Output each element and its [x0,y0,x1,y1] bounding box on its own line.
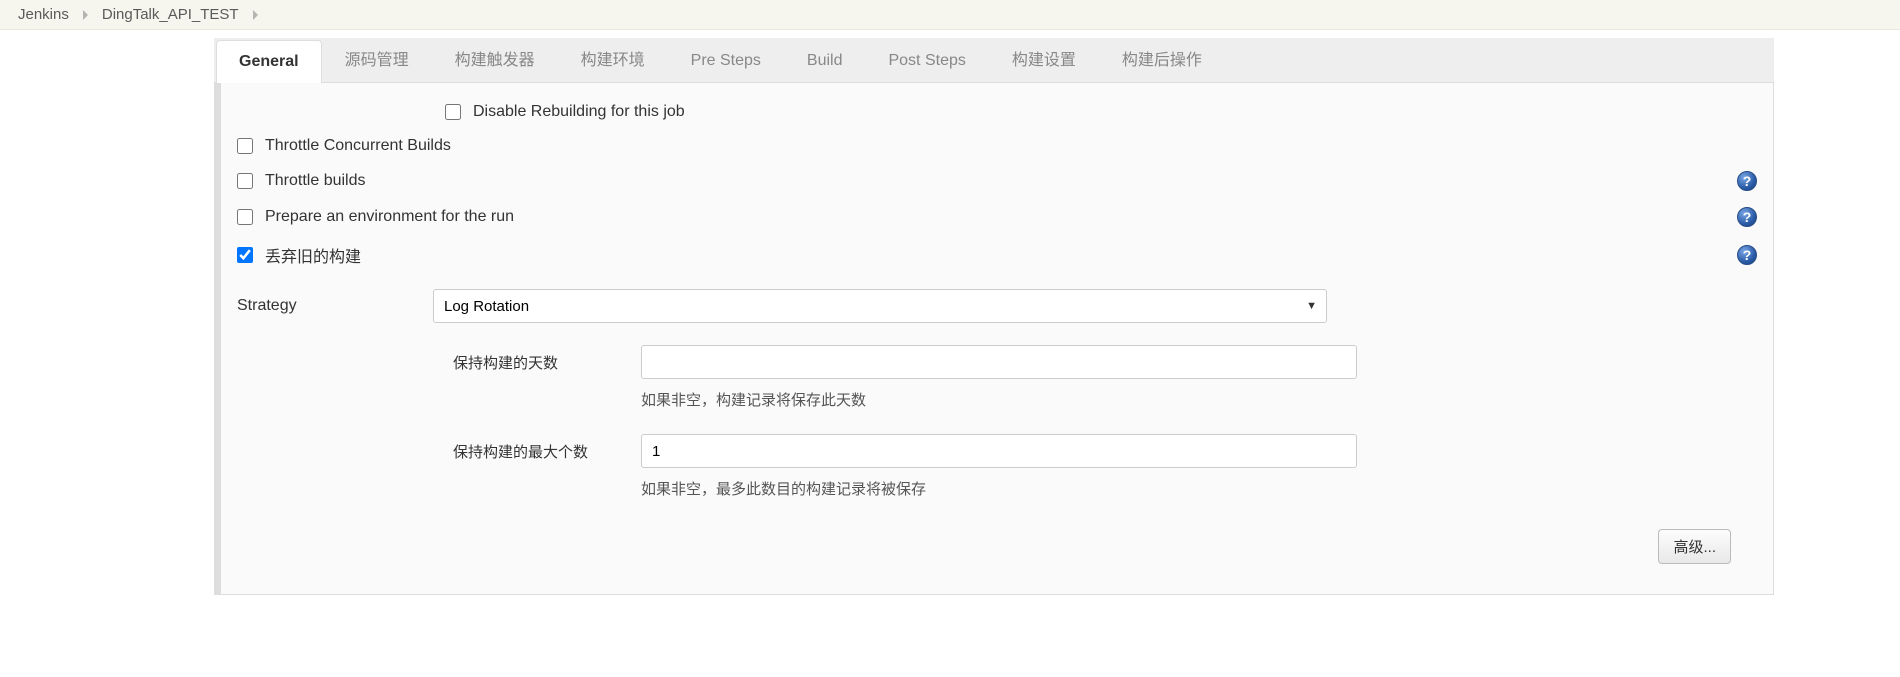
opt-discard-old-row: 丢弃旧的构建 ? [237,235,1757,275]
discard-strategy-row: Strategy Log Rotation [237,275,1757,333]
tab-pre-steps[interactable]: Pre Steps [668,39,784,82]
tab-build-settings[interactable]: 构建设置 [989,33,1099,82]
keep-days-row: 保持构建的天数 [453,333,1757,383]
breadcrumb: Jenkins DingTalk_API_TEST [0,0,1900,30]
opt-throttle-builds-checkbox[interactable] [237,173,253,189]
keep-max-hint: 如果非空，最多此数目的构建记录将被保存 [453,472,1757,511]
breadcrumb-sep-icon [253,10,258,20]
keep-days-input[interactable] [641,345,1357,379]
opt-throttle-builds-label[interactable]: Throttle builds [265,172,366,190]
keep-max-input[interactable] [641,434,1357,468]
opt-throttle-builds-row: Throttle builds ? [237,163,1757,199]
opt-throttle-concurrent-row: Throttle Concurrent Builds [237,129,1757,163]
discard-strategy-select[interactable]: Log Rotation [433,289,1327,323]
keep-max-row: 保持构建的最大个数 [453,422,1757,472]
keep-max-label: 保持构建的最大个数 [453,441,621,462]
opt-disable-rebuild-label[interactable]: Disable Rebuilding for this job [473,103,685,121]
breadcrumb-job[interactable]: DingTalk_API_TEST [102,6,239,23]
opt-discard-old-checkbox[interactable] [237,247,253,263]
opt-disable-rebuild-row: Disable Rebuilding for this job [237,95,1757,129]
opt-discard-old-label[interactable]: 丢弃旧的构建 [265,243,361,267]
breadcrumb-sep-icon [83,10,88,20]
keep-days-hint: 如果非空，构建记录将保存此天数 [453,383,1757,422]
tab-post-build[interactable]: 构建后操作 [1099,33,1225,82]
breadcrumb-root[interactable]: Jenkins [18,6,69,23]
opt-disable-rebuild-checkbox[interactable] [445,104,461,120]
tab-build-env[interactable]: 构建环境 [558,33,668,82]
keep-days-label: 保持构建的天数 [453,352,621,373]
discard-strategy-select-wrap: Log Rotation [433,289,1327,323]
help-icon[interactable]: ? [1737,207,1757,227]
help-icon[interactable]: ? [1737,171,1757,191]
tab-post-steps[interactable]: Post Steps [865,39,988,82]
tab-build[interactable]: Build [784,39,866,82]
opt-prepare-env-label[interactable]: Prepare an environment for the run [265,208,514,226]
opt-throttle-concurrent-label[interactable]: Throttle Concurrent Builds [265,137,451,155]
tab-triggers[interactable]: 构建触发器 [432,33,558,82]
advanced-button[interactable]: 高级... [1658,529,1731,564]
opt-throttle-concurrent-checkbox[interactable] [237,138,253,154]
help-icon[interactable]: ? [1737,245,1757,265]
opt-prepare-env-row: Prepare an environment for the run ? [237,199,1757,235]
advanced-row: 高级... [237,511,1757,570]
tab-scm[interactable]: 源码管理 [322,33,432,82]
opt-prepare-env-checkbox[interactable] [237,209,253,225]
config-tabs: General 源码管理 构建触发器 构建环境 Pre Steps Build … [214,38,1774,83]
discard-strategy-label: Strategy [237,297,413,315]
tab-general[interactable]: General [216,40,322,83]
